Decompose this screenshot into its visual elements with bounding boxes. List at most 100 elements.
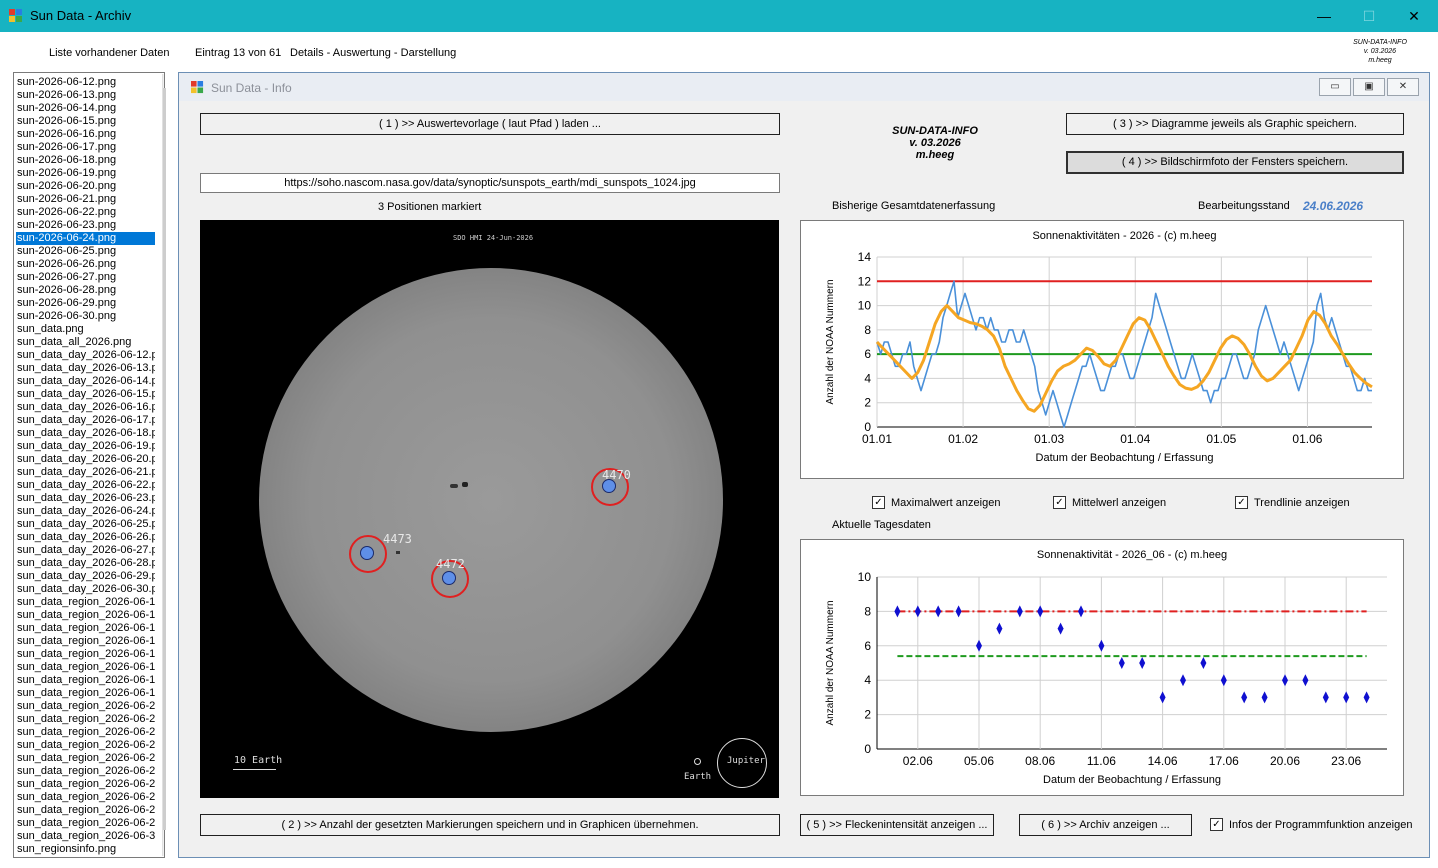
chart2-point [955,605,962,618]
marker-dot[interactable] [442,571,456,585]
chart2-xtick-label: 14.06 [1148,754,1178,768]
list-item[interactable]: sun-2026-06-14.png [17,102,155,115]
list-item[interactable]: sun-2026-06-17.png [17,141,155,154]
list-item[interactable]: sun_data_day_2026-06-13.pr [17,362,155,375]
max-checkbox[interactable]: ✓ Maximalwert anzeigen [872,496,1000,509]
minimize-button[interactable]: — [1304,4,1344,28]
list-item[interactable]: sun_data_region_2026-06-23 [17,739,155,752]
list-item[interactable]: sun-2026-06-24.png [16,232,155,245]
list-item[interactable]: sun-2026-06-25.png [17,245,155,258]
list-item[interactable]: sun_data_region_2026-06-14 [17,622,155,635]
list-item[interactable]: sun-2026-06-18.png [17,154,155,167]
list-item[interactable]: sun_data_region_2026-06-19 [17,687,155,700]
list-item[interactable]: sun-2026-06-19.png [17,167,155,180]
list-item[interactable]: sun_data_region_2026-06-24 [17,752,155,765]
list-item[interactable]: sun_data_region_2026-06-22 [17,726,155,739]
list-item[interactable]: sun-2026-06-21.png [17,193,155,206]
list-item[interactable]: sun-2026-06-23.png [17,219,155,232]
list-item[interactable]: sun_data_day_2026-06-25.pr [17,518,155,531]
intensity-button[interactable]: ( 5 ) >> Fleckenintensität anzeigen ... [800,814,994,836]
list-item[interactable]: sun_data_day_2026-06-30.pr [17,583,155,596]
list-item[interactable]: sun_data_day_2026-06-28.pr [17,557,155,570]
info-minimize-button[interactable]: ▭ [1319,78,1351,96]
max-checkbox-box[interactable]: ✓ [872,496,885,509]
chart2-point [1078,605,1084,618]
list-item[interactable]: sun_data_region_2026-06-12 [17,596,155,609]
chart2-point [935,605,942,618]
list-item[interactable]: sun_data_day_2026-06-20.pr [17,453,155,466]
trend-checkbox-box[interactable]: ✓ [1235,496,1248,509]
list-item[interactable]: sun-2026-06-28.png [17,284,155,297]
list-item[interactable]: sun-2026-06-29.png [17,297,155,310]
list-item[interactable]: sun_data_region_2026-06-13 [17,609,155,622]
list-item[interactable]: sun_data_region_2026-06-17 [17,661,155,674]
list-item[interactable]: sun_data_region_2026-06-25 [17,765,155,778]
list-item[interactable]: sun-2026-06-27.png [17,271,155,284]
url-field[interactable]: https://soho.nascom.nasa.gov/data/synopt… [200,173,780,193]
list-item[interactable]: sun-2026-06-13.png [17,89,155,102]
list-item[interactable]: sun_data.png [17,323,155,336]
maximize-button[interactable]: ☐ [1349,4,1389,28]
save-diagrams-button[interactable]: ( 3 ) >> Diagramme jeweils als Graphic s… [1066,113,1404,135]
list-item[interactable]: sun_data_day_2026-06-16.pr [17,401,155,414]
close-button[interactable]: ✕ [1394,4,1434,28]
list-item[interactable]: sun_data_region_2026-06-20 [17,700,155,713]
list-item[interactable]: sun-2026-06-16.png [17,128,155,141]
list-item[interactable]: sun-2026-06-30.png [17,310,155,323]
list-item[interactable]: sun_data_region_2026-06-21 [17,713,155,726]
list-item[interactable]: sun_data_day_2026-06-12.pr [17,349,155,362]
sun-image[interactable]: SDO HMI 24-Jun-2026 4470 4473 4472 10 Ea… [200,220,779,798]
info-maximize-button[interactable]: ▣ [1353,78,1385,96]
entry-counter: Eintrag 13 von 61 [195,47,282,59]
list-item[interactable]: sun-2026-06-20.png [17,180,155,193]
trend-checkbox[interactable]: ✓ Trendlinie anzeigen [1235,496,1350,509]
list-item[interactable]: sun-2026-06-22.png [17,206,155,219]
save-markers-button[interactable]: ( 2 ) >> Anzahl der gesetzten Markierung… [200,814,780,836]
list-item[interactable]: sun_data_day_2026-06-24.pr [17,505,155,518]
list-item[interactable]: sun_data_region_2026-06-27 [17,791,155,804]
screenshot-button[interactable]: ( 4 ) >> Bildschirmfoto der Fensters spe… [1066,151,1404,174]
list-item[interactable]: sun_data_region_2026-06-29 [17,817,155,830]
list-item[interactable]: sun-2026-06-12.png [17,76,155,89]
chart2-xtick-label: 20.06 [1270,754,1300,768]
list-item[interactable]: sun_data_day_2026-06-29.pr [17,570,155,583]
list-item[interactable]: sun_data_day_2026-06-21.pr [17,466,155,479]
chart1-title: Sonnenaktivitäten - 2026 - (c) m.heeg [1032,230,1216,242]
file-list[interactable]: sun-2026-06-12.png sun-2026-06-13.png sun-… [13,72,165,858]
load-template-button[interactable]: ( 1 ) >> Auswertevorlage ( laut Pfad ) l… [200,113,780,135]
list-scrollbar-thumb[interactable] [163,88,166,830]
list-item[interactable]: sun-2026-06-26.png [17,258,155,271]
marker-dot[interactable] [360,546,374,560]
list-item[interactable]: sun_data_day_2026-06-19.pr [17,440,155,453]
info-checkbox[interactable]: ✓ Infos der Programmfunktion anzeigen [1210,818,1412,831]
list-item[interactable]: sun_data_day_2026-06-17.pr [17,414,155,427]
list-item[interactable]: sun_data_day_2026-06-15.pr [17,388,155,401]
chart2-point [996,622,1003,635]
list-item[interactable]: sun_data_region_2026-06-16 [17,648,155,661]
info-close-button[interactable]: ✕ [1387,78,1419,96]
chart2-xlabel: Datum der Beobachtung / Erfassung [1043,774,1221,786]
list-item[interactable]: sun_regionsinfo.png [17,843,155,856]
list-item[interactable]: sun_data_day_2026-06-27.pr [17,544,155,557]
list-item[interactable]: sun_data_day_2026-06-14.pr [17,375,155,388]
archive-button[interactable]: ( 6 ) >> Archiv anzeigen ... [1019,814,1192,836]
list-item[interactable]: sun_data_day_2026-06-23.pr [17,492,155,505]
list-item[interactable]: sun_data_region_2026-06-28 [17,804,155,817]
list-item[interactable]: sun-2026-06-15.png [17,115,155,128]
list-item[interactable]: sun_data_day_2026-06-18.pr [17,427,155,440]
info-checkbox-box[interactable]: ✓ [1210,818,1223,831]
list-item[interactable]: sun_data_all_2026.png [17,336,155,349]
list-item[interactable]: sun_data_region_2026-06-18 [17,674,155,687]
mean-checkbox-box[interactable]: ✓ [1053,496,1066,509]
list-item[interactable]: sun_data_day_2026-06-22.pr [17,479,155,492]
earth-label: Earth [684,772,712,782]
list-item[interactable]: sun_data_region_2026-06-15 [17,635,155,648]
list-item[interactable]: sun_data_day_2026-06-26.pr [17,531,155,544]
chart-yearly-svg: Sonnenaktivitäten - 2026 - (c) m.heeg024… [825,230,1373,464]
chart1-xtick-label: 01.02 [948,432,978,446]
list-item[interactable]: sun_data_region_2026-06-26 [17,778,155,791]
list-item[interactable]: sun_data_region_2026-06-30 [17,830,155,843]
chart2-point [1180,674,1186,687]
sun-disk [259,268,723,732]
mean-checkbox[interactable]: ✓ Mittelwerl anzeigen [1053,496,1166,509]
